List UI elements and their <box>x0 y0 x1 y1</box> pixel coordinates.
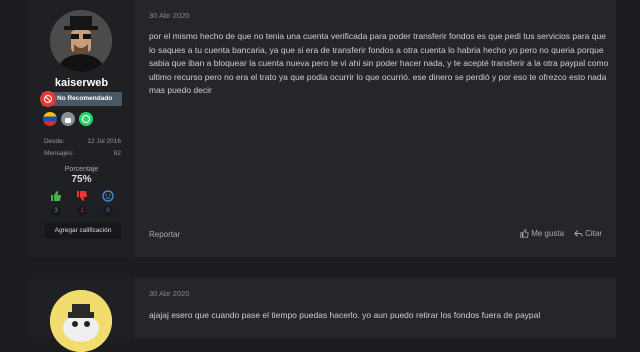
scrollbar[interactable] <box>636 0 640 334</box>
post-date[interactable]: 30 Abr 2020 <box>149 11 189 20</box>
like-button[interactable]: Me gusta <box>520 229 564 238</box>
post-actions: Me gusta Citar <box>520 229 602 238</box>
avatar[interactable] <box>50 10 112 72</box>
stat-mensajes-value: 82 <box>113 150 121 157</box>
status-badge-label: No Recomendado <box>57 95 113 102</box>
quote-label: Citar <box>585 229 602 238</box>
venezuela-flag-icon <box>43 112 57 126</box>
username[interactable]: kaiserweb <box>29 77 134 89</box>
stat-desde: Desde: 12 Jul 2016 <box>44 138 121 145</box>
neutral-rating[interactable]: 0 <box>101 190 115 216</box>
stat-desde-label: Desde: <box>44 138 65 145</box>
thumbs-up-icon <box>51 191 61 201</box>
stat-desde-value: 12 Jul 2016 <box>87 138 121 145</box>
post-date[interactable]: 30 Abr 2020 <box>149 289 189 298</box>
avatar[interactable] <box>50 290 112 352</box>
neutral-face-icon <box>102 190 114 202</box>
percentage-value: 75% <box>71 174 92 185</box>
lock-icon <box>61 112 75 126</box>
stat-mensajes-label: Mensajes: <box>44 150 74 157</box>
message-post: 30 Abr 2020 ajajaj esero que cuando pase… <box>29 278 616 352</box>
negative-count: 1 <box>77 206 87 216</box>
message-post: kaiserweb No Recomendado Desde: 12 Jul 2… <box>29 0 616 257</box>
percentage-label: Porcentaje <box>64 166 99 173</box>
message-content: 30 Abr 2020 ajajaj esero que cuando pase… <box>134 278 616 338</box>
whatsapp-icon[interactable] <box>79 112 93 126</box>
report-link[interactable]: Reportar <box>149 230 180 239</box>
message-body: ajajaj esero que cuando pase el tiempo p… <box>149 310 541 320</box>
user-panel <box>29 278 134 352</box>
prohibited-icon <box>40 91 56 107</box>
neutral-count: 0 <box>103 206 113 216</box>
negative-rating[interactable]: 1 <box>75 190 89 216</box>
quote-button[interactable]: Citar <box>574 229 602 238</box>
positive-count: 3 <box>51 206 61 216</box>
message-body: por el mismo hecho de que no tenia una c… <box>149 31 609 96</box>
thumbs-up-icon <box>520 229 529 238</box>
status-badge: No Recomendado <box>40 91 122 107</box>
like-label: Me gusta <box>531 229 565 238</box>
reply-icon <box>574 230 583 237</box>
user-badges <box>43 112 93 126</box>
stat-mensajes: Mensajes: 82 <box>44 150 121 157</box>
positive-rating[interactable]: 3 <box>49 190 63 216</box>
add-rating-button[interactable]: Agregar calificación <box>45 222 121 239</box>
user-panel: kaiserweb No Recomendado Desde: 12 Jul 2… <box>29 0 134 257</box>
message-content: 30 Abr 2020 por el mismo hecho de que no… <box>134 0 616 257</box>
thumbs-down-icon <box>77 191 87 201</box>
